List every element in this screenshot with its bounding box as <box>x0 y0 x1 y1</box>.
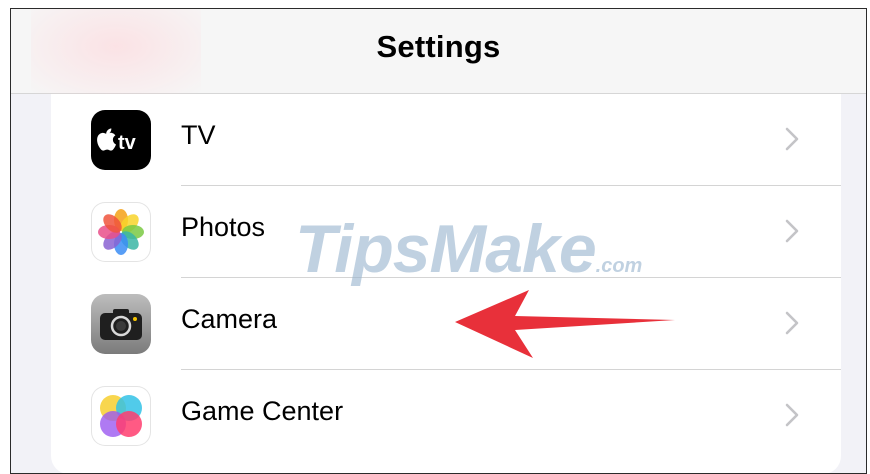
row-label: Photos <box>181 212 266 242</box>
chevron-right-icon <box>785 219 799 243</box>
photos-icon <box>91 202 151 262</box>
screenshot-frame: Settings tv TV Photos Camera Game Center… <box>10 8 867 474</box>
row-label: Camera <box>181 304 278 334</box>
settings-row-camera[interactable]: Camera <box>51 278 841 370</box>
navigation-bar: Settings <box>11 9 866 94</box>
settings-row-tv[interactable]: tv TV <box>51 94 841 186</box>
svg-text:tv: tv <box>118 132 137 154</box>
chevron-right-icon <box>785 311 799 335</box>
row-label: TV <box>181 120 216 150</box>
chevron-right-icon <box>785 403 799 427</box>
chevron-right-icon <box>785 127 799 151</box>
red-arrow-annotation <box>455 290 675 358</box>
settings-row-game-center[interactable]: Game Center <box>51 370 841 462</box>
settings-row-photos[interactable]: Photos <box>51 186 841 278</box>
page-title: Settings <box>376 29 501 64</box>
game-center-icon <box>91 386 151 446</box>
row-label: Game Center <box>181 396 344 426</box>
camera-icon <box>91 294 151 354</box>
apple-tv-icon: tv <box>91 110 151 170</box>
settings-group: tv TV Photos Camera Game Center <box>51 94 841 473</box>
